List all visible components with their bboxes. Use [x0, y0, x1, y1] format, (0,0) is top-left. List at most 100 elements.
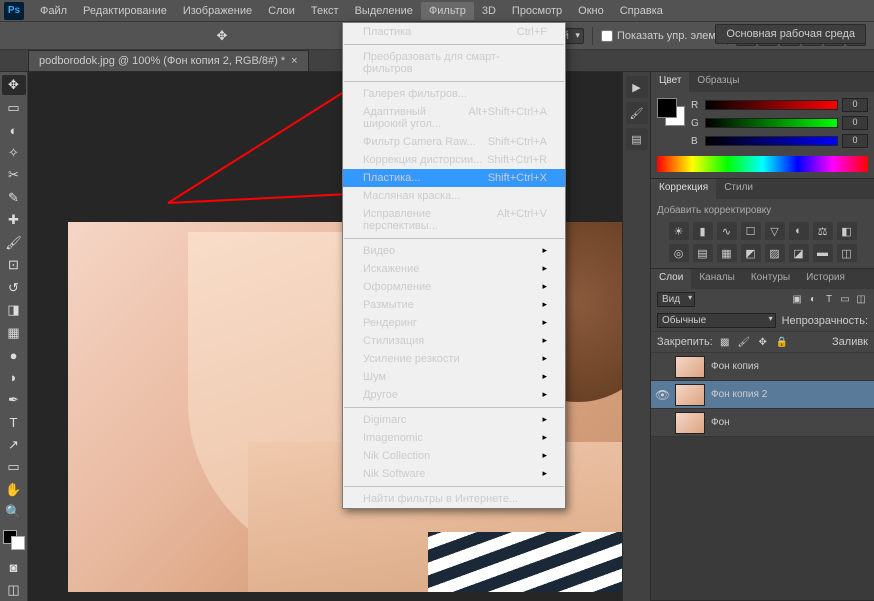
hand-tool[interactable]: ✋ — [2, 480, 26, 500]
hue-icon[interactable]: ◐ — [789, 222, 809, 240]
menu-item[interactable]: Nik Collection — [343, 447, 565, 465]
dodge-tool[interactable]: ◗ — [2, 367, 26, 387]
eyedropper-tool[interactable]: ✎ — [2, 187, 26, 207]
menu-слои[interactable]: Слои — [260, 2, 303, 20]
menu-item[interactable]: Рендеринг — [343, 314, 565, 332]
tab-styles[interactable]: Стили — [716, 179, 761, 199]
b-slider[interactable] — [705, 136, 838, 146]
gradient-tool[interactable]: ▦ — [2, 322, 26, 342]
filter-smart-icon[interactable]: ◫ — [854, 293, 868, 307]
layer-row[interactable]: Фон — [651, 409, 874, 437]
filter-image-icon[interactable]: ▣ — [790, 293, 804, 307]
layer-thumbnail[interactable] — [675, 384, 705, 406]
menu-текст[interactable]: Текст — [303, 2, 347, 20]
menu-выделение[interactable]: Выделение — [347, 2, 421, 20]
menu-item[interactable]: Преобразовать для смарт-фильтров — [343, 48, 565, 78]
visibility-icon[interactable]: 👁 — [655, 388, 669, 402]
zoom-tool[interactable]: 🔍 — [2, 502, 26, 522]
heal-tool[interactable]: ✚ — [2, 210, 26, 230]
color-picker[interactable] — [3, 530, 25, 550]
filter-adjust-icon[interactable]: ◐ — [806, 293, 820, 307]
menu-редактирование[interactable]: Редактирование — [75, 2, 175, 20]
show-controls-checkbox[interactable]: Показать упр. элем. — [601, 30, 719, 42]
menu-3d[interactable]: 3D — [474, 2, 504, 20]
tab-color[interactable]: Цвет — [651, 72, 689, 92]
layer-row[interactable]: 👁Фон копия 2 — [651, 381, 874, 409]
menu-item[interactable]: Оформление — [343, 278, 565, 296]
menu-item[interactable]: Искажение — [343, 260, 565, 278]
play-icon[interactable]: ▶ — [626, 76, 648, 98]
eraser-tool[interactable]: ◨ — [2, 300, 26, 320]
brush-tool[interactable]: 🖌 — [2, 232, 26, 252]
bw-icon[interactable]: ◧ — [837, 222, 857, 240]
r-value[interactable]: 0 — [842, 98, 868, 112]
menu-item[interactable]: Другое — [343, 386, 565, 404]
levels-icon[interactable]: ▮ — [693, 222, 713, 240]
lock-all-icon[interactable]: 🔒 — [775, 335, 789, 349]
pen-tool[interactable]: ✒ — [2, 390, 26, 410]
menu-item[interactable]: Масляная краска... — [343, 187, 565, 205]
threshold-icon[interactable]: ◪ — [789, 244, 809, 262]
lock-pixels-icon[interactable]: 🖌 — [737, 335, 751, 349]
menu-item[interactable]: Фильтр Camera Raw...Shift+Ctrl+A — [343, 133, 565, 151]
move-tool[interactable]: ✥ — [2, 75, 26, 95]
menu-item[interactable]: Nik Software — [343, 465, 565, 483]
lock-position-icon[interactable]: ✥ — [756, 335, 770, 349]
document-tab[interactable]: podborodok.jpg @ 100% (Фон копия 2, RGB/… — [28, 50, 309, 71]
shape-tool[interactable]: ▭ — [2, 457, 26, 477]
path-tool[interactable]: ↗ — [2, 435, 26, 455]
menu-item[interactable]: Галерея фильтров... — [343, 85, 565, 103]
menu-изображение[interactable]: Изображение — [175, 2, 260, 20]
menu-item[interactable]: Размытие — [343, 296, 565, 314]
curves-icon[interactable]: ∿ — [717, 222, 737, 240]
crop-tool[interactable]: ✂ — [2, 165, 26, 185]
screenmode-tool[interactable]: ◫ — [2, 580, 26, 600]
menu-справка[interactable]: Справка — [612, 2, 671, 20]
menu-item[interactable]: Пластика...Shift+Ctrl+X — [343, 169, 565, 187]
blend-mode-select[interactable]: Обычные — [657, 313, 776, 328]
spectrum-bar[interactable] — [657, 156, 868, 172]
workspace-switcher[interactable]: Основная рабочая среда — [715, 24, 866, 44]
menu-окно[interactable]: Окно — [570, 2, 612, 20]
close-tab-icon[interactable]: × — [291, 55, 297, 67]
invert-icon[interactable]: ◩ — [741, 244, 761, 262]
tab-swatches[interactable]: Образцы — [689, 72, 747, 92]
menu-item[interactable]: Digimarc — [343, 411, 565, 429]
gradmap-icon[interactable]: ▬ — [813, 244, 833, 262]
tab-layers[interactable]: Слои — [651, 269, 691, 289]
history-brush-tool[interactable]: ↺ — [2, 277, 26, 297]
tab-history[interactable]: История — [798, 269, 853, 289]
menu-item[interactable]: Стилизация — [343, 332, 565, 350]
menu-item[interactable]: Видео — [343, 242, 565, 260]
vibrance-icon[interactable]: ▽ — [765, 222, 785, 240]
menu-item[interactable]: Усиление резкости — [343, 350, 565, 368]
tab-adjustments[interactable]: Коррекция — [651, 179, 716, 199]
menu-item[interactable]: Найти фильтры в Интернете... — [343, 490, 565, 508]
tab-paths[interactable]: Контуры — [743, 269, 798, 289]
color-swatch[interactable] — [657, 98, 685, 126]
layer-row[interactable]: Фон копия — [651, 353, 874, 381]
menu-item[interactable]: Imagenomic — [343, 429, 565, 447]
g-slider[interactable] — [705, 118, 838, 128]
selective-icon[interactable]: ◫ — [837, 244, 857, 262]
b-value[interactable]: 0 — [842, 134, 868, 148]
background-color[interactable] — [11, 536, 25, 550]
layer-thumbnail[interactable] — [675, 356, 705, 378]
menu-item[interactable]: Исправление перспективы...Alt+Ctrl+V — [343, 205, 565, 235]
photo-filter-icon[interactable]: ◎ — [669, 244, 689, 262]
marquee-tool[interactable]: ▭ — [2, 97, 26, 117]
filter-shape-icon[interactable]: ▭ — [838, 293, 852, 307]
mixer-icon[interactable]: ▤ — [693, 244, 713, 262]
layer-thumbnail[interactable] — [675, 412, 705, 434]
type-tool[interactable]: T — [2, 412, 26, 432]
blur-tool[interactable]: ● — [2, 345, 26, 365]
r-slider[interactable] — [705, 100, 838, 110]
layer-filter-select[interactable]: Вид — [657, 292, 695, 307]
lookup-icon[interactable]: ▦ — [717, 244, 737, 262]
exposure-icon[interactable]: ☐ — [741, 222, 761, 240]
menu-item[interactable]: Шум — [343, 368, 565, 386]
menu-фильтр[interactable]: Фильтр — [421, 2, 474, 20]
stamp-tool[interactable]: ⊡ — [2, 255, 26, 275]
brightness-icon[interactable]: ☀ — [669, 222, 689, 240]
balance-icon[interactable]: ⚖ — [813, 222, 833, 240]
